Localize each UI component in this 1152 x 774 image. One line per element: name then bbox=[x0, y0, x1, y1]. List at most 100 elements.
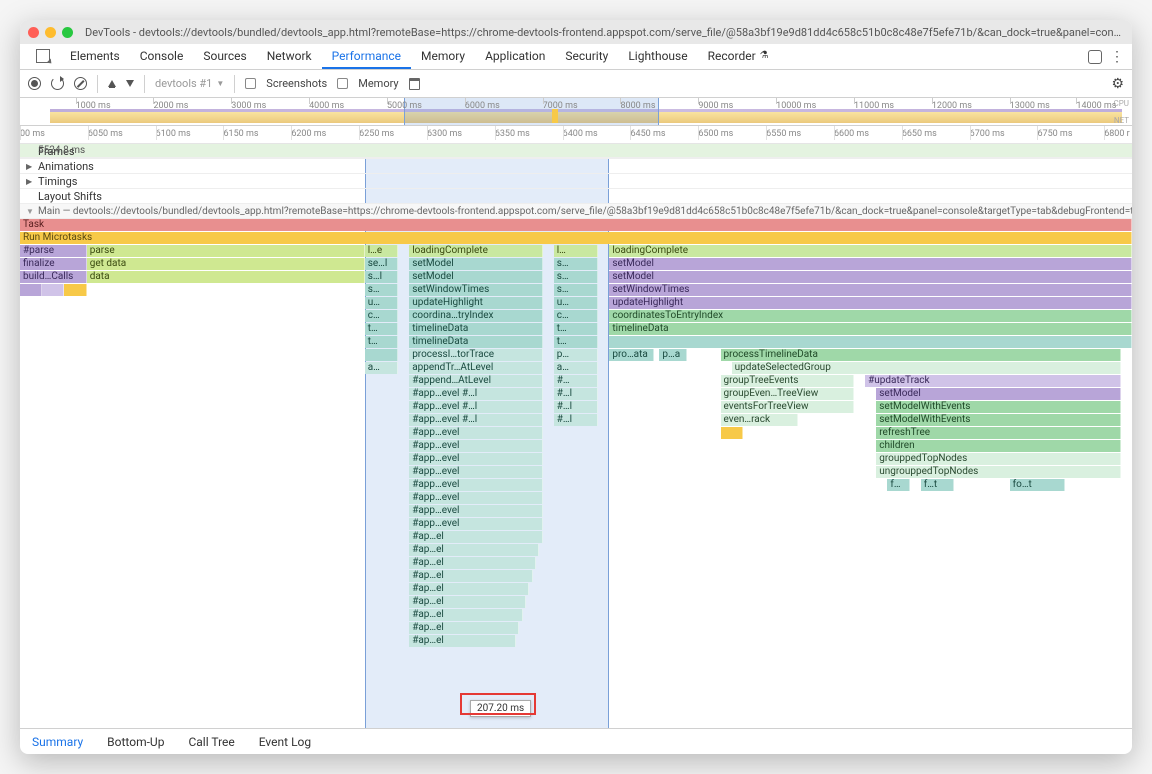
flame-segment[interactable] bbox=[721, 427, 743, 439]
flame-segment[interactable]: s… bbox=[554, 271, 598, 283]
garbage-collect-button[interactable] bbox=[409, 78, 420, 90]
flame-segment[interactable]: coordinatesToEntryIndex bbox=[609, 310, 1132, 322]
flame-segment[interactable]: l…e bbox=[365, 245, 398, 257]
download-button[interactable] bbox=[126, 80, 134, 87]
flame-segment[interactable]: grouppedTopNodes bbox=[876, 453, 1121, 465]
flame-segment[interactable]: s…l bbox=[365, 271, 398, 283]
flame-segment[interactable]: t… bbox=[365, 323, 398, 335]
flame-segment[interactable]: data bbox=[87, 271, 365, 283]
flame-segment[interactable]: pro…ata bbox=[609, 349, 653, 361]
tab-security[interactable]: Security bbox=[555, 44, 618, 69]
flame-segment[interactable]: updateHighlight bbox=[609, 297, 1132, 309]
flame-segment[interactable]: c… bbox=[365, 310, 398, 322]
flame-segment[interactable]: u… bbox=[554, 297, 598, 309]
flame-segment[interactable]: eventsForTreeView bbox=[721, 401, 854, 413]
flame-segment[interactable]: #app…evel bbox=[409, 440, 542, 452]
more-icon[interactable]: ⋮ bbox=[1110, 49, 1124, 65]
flame-segment[interactable]: timelineData bbox=[609, 323, 1132, 335]
flame-segment[interactable]: setWindowTimes bbox=[609, 284, 1132, 296]
reload-record-button[interactable] bbox=[51, 77, 64, 90]
track-layout-shifts[interactable]: Layout Shifts bbox=[20, 189, 1132, 204]
flame-segment[interactable]: u… bbox=[365, 297, 398, 309]
screenshots-checkbox[interactable] bbox=[245, 78, 256, 89]
tab-call-tree[interactable]: Call Tree bbox=[176, 729, 246, 754]
flame-segment[interactable]: #ap…el bbox=[409, 583, 529, 595]
flame-segment[interactable]: a… bbox=[554, 362, 598, 374]
flame-segment[interactable]: children bbox=[876, 440, 1121, 452]
flame-segment[interactable]: #app…evel #…l bbox=[409, 414, 542, 426]
flame-segment[interactable]: a… bbox=[365, 362, 398, 374]
flame-segment[interactable]: f… bbox=[887, 479, 909, 491]
flame-segment[interactable]: s… bbox=[554, 284, 598, 296]
flame-segment[interactable]: updateSelectedGroup bbox=[732, 362, 1121, 374]
maximize-icon[interactable] bbox=[62, 27, 73, 38]
tab-memory[interactable]: Memory bbox=[411, 44, 475, 69]
tab-sources[interactable]: Sources bbox=[193, 44, 256, 69]
flame-segment[interactable]: t… bbox=[554, 336, 598, 348]
flame-segment[interactable]: #app…evel #…l bbox=[409, 401, 542, 413]
flame-segment[interactable]: #app…evel bbox=[409, 479, 542, 491]
inspect-element-button[interactable] bbox=[26, 44, 60, 69]
tab-recorder[interactable]: Recorder⚗ bbox=[698, 44, 779, 69]
flame-segment[interactable]: setModelWithEvents bbox=[876, 401, 1121, 413]
flame-segment[interactable]: #app…evel bbox=[409, 518, 542, 530]
minimize-icon[interactable] bbox=[45, 27, 56, 38]
flame-segment[interactable]: p… bbox=[554, 349, 598, 361]
flame-segment[interactable]: coordina…tryIndex bbox=[409, 310, 542, 322]
flame-segment[interactable]: #updateTrack bbox=[865, 375, 1121, 387]
flame-segment[interactable]: processTimelineData bbox=[721, 349, 1121, 361]
flame-segment[interactable]: #ap…el bbox=[409, 596, 526, 608]
flame-segment[interactable]: #ap…el bbox=[409, 622, 519, 634]
memory-checkbox[interactable] bbox=[337, 78, 348, 89]
flame-segment[interactable]: #ap…el bbox=[409, 570, 532, 582]
tab-lighthouse[interactable]: Lighthouse bbox=[618, 44, 697, 69]
flame-segment[interactable]: #…l bbox=[554, 388, 598, 400]
clear-button[interactable] bbox=[74, 77, 87, 90]
flame-segment[interactable]: s… bbox=[554, 258, 598, 270]
flame-segment[interactable]: setModelWithEvents bbox=[876, 414, 1121, 426]
flame-segment[interactable] bbox=[64, 284, 86, 296]
tab-application[interactable]: Application bbox=[475, 44, 555, 69]
flame-segment[interactable]: #ap…el bbox=[409, 557, 536, 569]
flame-segment[interactable] bbox=[20, 284, 42, 296]
flame-segment[interactable]: setModel bbox=[409, 271, 542, 283]
flame-segment[interactable]: Run Microtasks bbox=[20, 232, 1132, 244]
flame-segment[interactable]: even…rack bbox=[721, 414, 799, 426]
flame-segment[interactable]: #… bbox=[554, 375, 598, 387]
flame-segment[interactable]: p…a bbox=[659, 349, 687, 361]
flame-segment[interactable]: updateHighlight bbox=[409, 297, 542, 309]
flame-segment[interactable]: get data bbox=[87, 258, 365, 270]
flame-segment[interactable]: setModel bbox=[609, 258, 1132, 270]
flame-segment[interactable]: parse bbox=[87, 245, 365, 257]
flame-segment[interactable]: #parse bbox=[20, 245, 87, 257]
flame-segment[interactable]: #ap…el bbox=[409, 609, 522, 621]
flame-segment[interactable]: appendTr…AtLevel bbox=[409, 362, 542, 374]
flame-segment[interactable]: setModel bbox=[409, 258, 542, 270]
track-animations[interactable]: ▶Animations bbox=[20, 159, 1132, 174]
flame-segment[interactable]: t… bbox=[365, 336, 398, 348]
flame-segment[interactable]: se…l bbox=[365, 258, 398, 270]
zoom-ruler[interactable]: 00 ms 6050 ms 6100 ms 6150 ms 6200 ms 62… bbox=[20, 126, 1132, 144]
flame-segment[interactable]: #…l bbox=[554, 401, 598, 413]
flame-segment[interactable]: #app…evel bbox=[409, 505, 542, 517]
flame-segment[interactable]: #app…evel bbox=[409, 427, 542, 439]
flame-segment[interactable]: setModel bbox=[876, 388, 1121, 400]
flame-segment[interactable]: loadingComplete bbox=[609, 245, 1132, 257]
flame-segment[interactable]: #app…evel bbox=[409, 453, 542, 465]
flame-segment[interactable]: l… bbox=[554, 245, 598, 257]
flame-segment[interactable]: timelineData bbox=[409, 323, 542, 335]
tab-event-log[interactable]: Event Log bbox=[247, 729, 323, 754]
flame-segment[interactable]: c… bbox=[554, 310, 598, 322]
flame-segment[interactable]: #app…evel #…l bbox=[409, 388, 542, 400]
flame-segment[interactable]: loadingComplete bbox=[409, 245, 542, 257]
close-icon[interactable] bbox=[28, 27, 39, 38]
flame-segment[interactable]: groupTreeEvents bbox=[721, 375, 854, 387]
upload-button[interactable] bbox=[108, 80, 116, 87]
overview-ruler[interactable]: CPU NET 1000 ms 2000 ms 3000 ms 4000 ms … bbox=[20, 98, 1132, 126]
flame-segment[interactable]: #ap…el bbox=[409, 531, 542, 543]
flame-segment[interactable]: s… bbox=[365, 284, 398, 296]
flame-segment[interactable]: #…l bbox=[554, 414, 598, 426]
record-button[interactable] bbox=[28, 77, 41, 90]
flame-segment[interactable]: fo…t bbox=[1010, 479, 1066, 491]
capture-settings-icon[interactable]: ⚙ bbox=[1111, 76, 1124, 92]
